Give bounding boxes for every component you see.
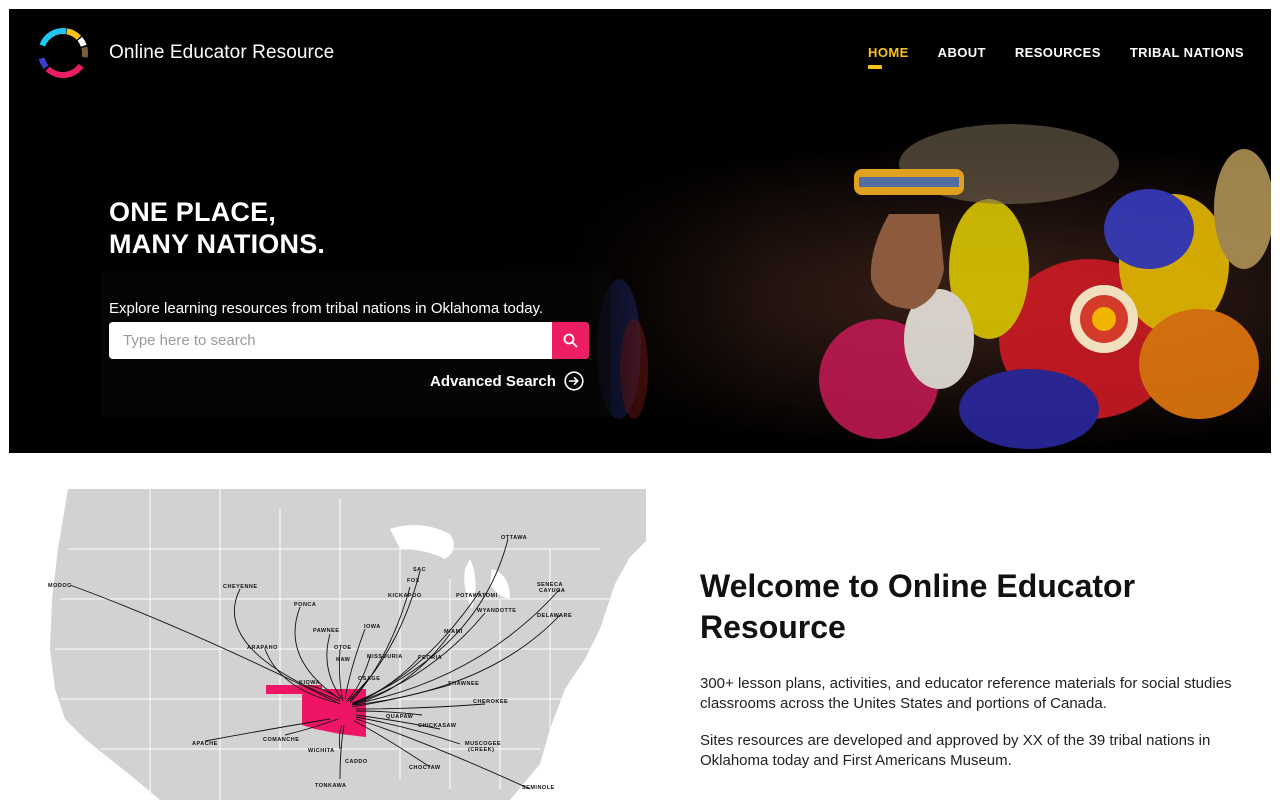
svg-text:CAYUGA: CAYUGA [539,588,565,594]
tribal-migration-map: MODOC CHEYENNE PONCA PAWNEE IOWA OTOE KA… [40,489,646,800]
site-title[interactable]: Online Educator Resource [109,42,334,64]
svg-text:TONKAWA: TONKAWA [315,783,347,789]
svg-text:COMANCHE: COMANCHE [263,737,299,743]
arrow-circle-right-icon [564,371,584,391]
svg-text:SHAWNEE: SHAWNEE [448,681,479,687]
svg-text:OTOE: OTOE [334,645,352,651]
svg-text:PAWNEE: PAWNEE [313,628,339,634]
svg-text:PEORIA: PEORIA [418,655,442,661]
hero-banner: Online Educator Resource HOME ABOUT RESO… [9,9,1271,453]
search-form [109,322,589,359]
svg-text:CHEYENNE: CHEYENNE [223,584,258,590]
advanced-search-label: Advanced Search [430,372,556,390]
svg-text:MIAMI: MIAMI [444,629,463,635]
svg-text:FOX: FOX [407,578,420,584]
welcome-title: Welcome to Online Educator Resource [700,568,1136,645]
nav-home[interactable]: HOME [868,45,909,69]
svg-text:MISSOURIA: MISSOURIA [367,654,403,660]
svg-text:KIOWA: KIOWA [299,680,320,686]
welcome-paragraph-1: 300+ lesson plans, activities, and educa… [700,675,1232,712]
svg-text:QUAPAW: QUAPAW [386,714,414,720]
svg-text:POTAWATOMI: POTAWATOMI [456,593,498,599]
hero-tagline: ONE PLACE, MANY NATIONS. [109,196,325,260]
svg-text:KAW: KAW [336,657,351,663]
advanced-search-link[interactable]: Advanced Search [430,371,584,391]
explore-text: Explore learning resources from tribal n… [109,300,544,317]
svg-text:MODOC: MODOC [48,583,72,589]
svg-text:PONCA: PONCA [294,602,316,608]
svg-text:OSAGE: OSAGE [358,676,380,682]
svg-text:WICHITA: WICHITA [308,748,335,754]
svg-text:CHOCTAW: CHOCTAW [409,765,441,771]
svg-text:SAC: SAC [413,567,426,573]
nav-resources[interactable]: RESOURCES [1015,45,1101,60]
svg-text:APACHE: APACHE [192,741,218,747]
tagline-line-2: MANY NATIONS. [109,229,326,259]
welcome-paragraph-2: Sites resources are developed and approv… [700,732,1211,769]
tagline-line-1: ONE PLACE, [109,197,277,227]
ring-logo-icon[interactable] [35,25,91,81]
svg-text:CHEROKEE: CHEROKEE [473,699,508,705]
svg-text:IOWA: IOWA [364,624,381,630]
search-input[interactable] [109,322,552,359]
svg-text:OTTAWA: OTTAWA [501,535,527,541]
svg-text:KICKAPOO: KICKAPOO [388,593,422,599]
svg-text:(CREEK): (CREEK) [468,747,494,753]
nav-tribal-nations[interactable]: TRIBAL NATIONS [1130,45,1244,60]
svg-text:DELAWARE: DELAWARE [537,613,572,619]
svg-text:SEMINOLE: SEMINOLE [522,785,555,791]
search-button[interactable] [552,322,589,359]
main-nav: HOME ABOUT RESOURCES TRIBAL NATIONS [839,45,1244,69]
svg-text:ARAPAHO: ARAPAHO [247,645,278,651]
svg-text:CHICKASAW: CHICKASAW [418,723,457,729]
svg-text:CADDO: CADDO [345,759,368,765]
search-icon [563,333,578,348]
svg-text:WYANDOTTE: WYANDOTTE [477,608,516,614]
nav-about[interactable]: ABOUT [938,45,986,60]
